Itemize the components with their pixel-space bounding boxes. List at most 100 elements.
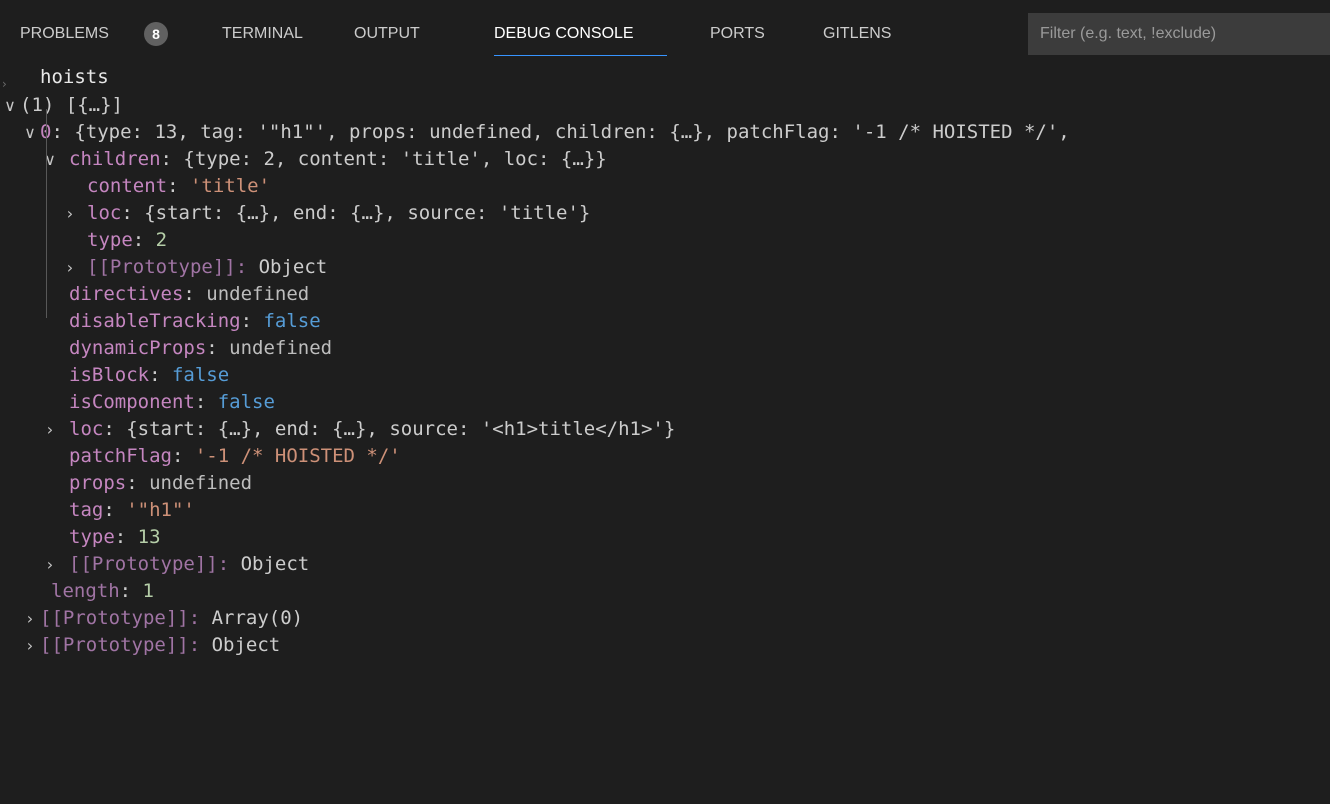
outer-proto-key: [[Prototype]] [40, 634, 189, 656]
summary-type-val: 13 [154, 121, 178, 143]
loc-val: {start: {…}, end: {…}, source: '<h1>titl… [126, 418, 676, 440]
tree-row-is-block: isBlock: false [69, 364, 230, 386]
tree-row-item-0[interactable]: ∨ 0: {type: 13, tag: '"h1"', props: unde… [0, 119, 1070, 146]
prop-key: disableTracking [69, 310, 241, 332]
indent-guide [46, 109, 47, 318]
chevron-down-icon[interactable]: ∨ [0, 92, 20, 119]
tab-gitlens-label: GITLENS [823, 25, 892, 42]
chevron-right-icon[interactable]: › [20, 632, 40, 659]
tree-row-loc[interactable]: › loc: {start: {…}, end: {…}, source: '<… [0, 416, 676, 443]
props-key: props [69, 472, 127, 494]
tree-row-outer-prototype[interactable]: › [[Prototype]]: Object [0, 632, 280, 659]
array-proto-val: Array(0) [211, 607, 304, 629]
debug-console-output: › hoists ∨ (1) [{…}] ∨ 0: {type: 13, tag… [0, 64, 1330, 804]
summary-children-val: {…} [669, 121, 704, 143]
prop-val: undefined [229, 337, 333, 359]
tree-row-disable-tracking: disableTracking: false [69, 310, 321, 332]
prop-key: isComponent [69, 391, 195, 413]
summary-children-key: children [554, 121, 647, 143]
tree-row-children-loc[interactable]: › loc: {start: {…}, end: {…}, source: 't… [0, 200, 591, 227]
array-proto-key: [[Prototype]] [40, 607, 189, 629]
tree-row-children-prototype[interactable]: › [[Prototype]]: Object [0, 254, 327, 281]
object-proto-key: [[Prototype]] [69, 553, 218, 575]
summary-patch-val: '-1 /* HOISTED */' [852, 121, 1059, 143]
tab-ports[interactable]: PORTS [710, 0, 780, 64]
children-proto-val: Object [258, 256, 328, 278]
prop-key: isBlock [69, 364, 150, 386]
tab-debug-console[interactable]: DEBUG CONSOLE [494, 0, 667, 64]
tag-key: tag [69, 499, 104, 521]
summary-patch-key: patchFlag [726, 121, 830, 143]
summary-tag-key: tag [200, 121, 235, 143]
type-val: 13 [137, 526, 161, 548]
length-key: length [51, 580, 120, 602]
children-type-val: 2 [155, 229, 168, 251]
tab-problems-label: PROBLEMS [20, 25, 109, 42]
tree-row-array-prototype[interactable]: › [[Prototype]]: Array(0) [0, 605, 303, 632]
item-0-line: 0: {type: 13, tag: '"h1"', props: undefi… [40, 119, 1070, 146]
outer-proto-val: Object [211, 634, 281, 656]
object-proto-val: Object [240, 553, 310, 575]
chevron-right-icon[interactable]: › [20, 605, 40, 632]
tree-row-directives: directives: undefined [69, 283, 310, 305]
tab-gitlens[interactable]: GITLENS [823, 0, 913, 64]
array-summary: (1) [{…}] [20, 94, 123, 116]
patch-flag-val: '-1 /* HOISTED */' [194, 445, 401, 467]
tab-output[interactable]: OUTPUT [354, 0, 454, 64]
tree-row-children-type: type: 2 [87, 229, 168, 251]
tree-row-length: length: 1 [51, 580, 154, 602]
prop-val: false [217, 391, 275, 413]
summary-props-key: props [348, 121, 407, 143]
tab-debug-console-label: DEBUG CONSOLE [494, 25, 634, 42]
children-summary: {type: 2, content: 'title', loc: {…}} [183, 148, 607, 170]
length-val: 1 [142, 580, 154, 602]
tree-row-patch-flag: patchFlag: '-1 /* HOISTED */' [69, 445, 401, 467]
tab-terminal-label: TERMINAL [222, 25, 303, 42]
children-key: children [69, 148, 161, 170]
prop-val: false [263, 310, 321, 332]
children-loc-val: {start: {…}, end: {…}, source: 'title'} [144, 202, 591, 224]
tree-row-props: props: undefined [69, 472, 253, 494]
chevron-right-icon[interactable]: › [40, 551, 60, 578]
prop-val: false [171, 364, 230, 386]
console-input-echo: › hoists [0, 64, 109, 91]
tab-output-label: OUTPUT [354, 25, 420, 42]
panel-tab-bar: PROBLEMS 8 TERMINAL OUTPUT DEBUG CONSOLE… [0, 0, 1330, 64]
filter-box [1028, 13, 1330, 55]
tree-row-dynamic-props: dynamicProps: undefined [69, 337, 333, 359]
summary-props-val: undefined [429, 121, 533, 143]
filter-input[interactable] [1028, 13, 1330, 55]
props-val: undefined [149, 472, 253, 494]
children-proto-key: [[Prototype]] [87, 256, 236, 278]
prop-key: directives [69, 283, 184, 305]
tree-row-is-component: isComponent: false [69, 391, 275, 413]
active-tab-indicator [494, 55, 667, 56]
prop-val: undefined [206, 283, 310, 305]
children-type-key: type [87, 229, 133, 251]
expression-text: hoists [40, 66, 109, 88]
loc-key: loc [69, 418, 104, 440]
tree-row-type: type: 13 [69, 526, 161, 548]
prop-key: dynamicProps [69, 337, 207, 359]
children-loc-key: loc [87, 202, 122, 224]
tab-terminal[interactable]: TERMINAL [222, 0, 322, 64]
chevron-right-icon[interactable]: › [60, 200, 80, 227]
tree-row-array[interactable]: ∨ (1) [{…}] [0, 92, 123, 119]
type-key: type [69, 526, 115, 548]
tree-row-children[interactable]: ∨ children: {type: 2, content: 'title', … [0, 146, 607, 173]
summary-tag-val: '"h1"' [257, 121, 327, 143]
chevron-right-icon[interactable]: › [60, 254, 80, 281]
content-key: content [87, 175, 168, 197]
chevron-down-icon[interactable]: ∨ [20, 119, 40, 146]
content-val: 'title' [189, 175, 271, 197]
patch-flag-key: patchFlag [69, 445, 172, 467]
tab-problems[interactable]: PROBLEMS 8 [20, 0, 182, 64]
tree-row-tag: tag: '"h1"' [69, 499, 195, 521]
tree-row-object-prototype[interactable]: › [[Prototype]]: Object [0, 551, 309, 578]
problems-count-badge: 8 [144, 22, 168, 46]
tag-val: '"h1"' [126, 499, 195, 521]
summary-type-key: type [85, 121, 132, 143]
chevron-right-icon[interactable]: › [40, 416, 60, 443]
chevron-down-icon[interactable]: ∨ [40, 146, 60, 173]
tab-ports-label: PORTS [710, 25, 765, 42]
